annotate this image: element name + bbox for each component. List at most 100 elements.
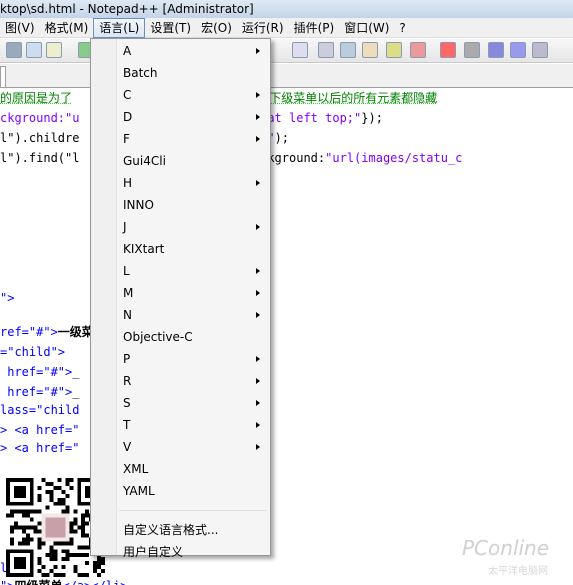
menu-item-lang-n[interactable]: N <box>91 304 270 326</box>
code-token: href="#"> <box>0 365 73 379</box>
menu-item-lang-c[interactable]: C <box>91 84 270 106</box>
menu-item-lang-kixtart[interactable]: KIXtart <box>91 238 270 260</box>
code-line: href="#">_ <box>0 363 79 381</box>
code-token: 一级菜 <box>57 325 94 339</box>
menu-item-define-language[interactable]: 自定义语言格式... <box>91 519 270 541</box>
code-token: ="child"> <box>0 345 66 359</box>
submenu-arrow-icon <box>256 422 260 428</box>
menu-item-lang-gui4cli[interactable]: Gui4Cli <box>91 150 270 172</box>
submenu-arrow-icon <box>256 48 260 54</box>
menu-item-label: P <box>123 352 131 366</box>
menu-2[interactable]: 格式(M) <box>40 18 94 38</box>
menu-8[interactable]: 窗口(W) <box>339 18 394 38</box>
menu-item-lang-v[interactable]: V <box>91 436 270 458</box>
submenu-arrow-icon <box>256 356 260 362</box>
menu-item-label: R <box>123 374 132 388</box>
code-line: ref="#">一级菜 <box>0 323 94 341</box>
code-token: _ <box>72 365 80 379</box>
copy-icon[interactable] <box>26 42 42 58</box>
submenu-arrow-icon <box>256 224 260 230</box>
cut-icon[interactable] <box>6 42 22 58</box>
submenu-arrow-icon <box>256 444 260 450</box>
menu-item-label: KIXtart <box>123 242 165 256</box>
menu-item-label: N <box>123 308 132 322</box>
code-line: "> <box>0 289 14 307</box>
doc-map-icon[interactable] <box>386 42 402 58</box>
menu-item-label: F <box>123 132 130 146</box>
menu-item-user-defined[interactable]: 用户自定义 <box>91 541 270 563</box>
menu-item-lang-f[interactable]: F <box>91 128 270 150</box>
menu-item-lang-objective-c[interactable]: Objective-C <box>91 326 270 348</box>
code-token: ckground:"u <box>0 111 80 125</box>
code-token: ref="#"> <box>0 325 58 339</box>
function-list-icon[interactable] <box>410 42 426 58</box>
menu-item-label: YAML <box>123 484 155 498</box>
menu-item-lang-xml[interactable]: XML <box>91 458 270 480</box>
stop-record-icon[interactable] <box>464 42 480 58</box>
watermark-logo: PConline <box>462 536 550 560</box>
folder-icon[interactable] <box>362 42 378 58</box>
menu-6[interactable]: 运行(R) <box>237 18 289 38</box>
menu-3[interactable]: 语言(L) <box>93 17 146 38</box>
code-token: "url(images/statu_c <box>325 151 463 165</box>
paste-icon[interactable] <box>46 42 62 58</box>
play-multiple-icon[interactable] <box>510 42 526 58</box>
menu-9[interactable]: ? <box>394 18 410 38</box>
code-token: </a></li> <box>62 579 127 585</box>
menu-item-label: A <box>123 44 132 58</box>
menu-item-label: XML <box>123 462 149 476</box>
menu-item-label: Objective-C <box>123 330 193 344</box>
save-macro-icon[interactable] <box>532 42 548 58</box>
code-line: > <a href=" <box>0 421 79 439</box>
play-macro-icon[interactable] <box>488 42 504 58</box>
code-token: "> <box>0 579 14 585</box>
menu-item-lang-p[interactable]: P <box>91 348 270 370</box>
menu-item-lang-s[interactable]: S <box>91 392 270 414</box>
menu-1[interactable]: 图(V) <box>0 18 40 38</box>
menu-item-lang-a[interactable]: A <box>91 40 270 62</box>
indent-guide-icon[interactable] <box>340 42 356 58</box>
menu-item-lang-r[interactable]: R <box>91 370 270 392</box>
menu-item-label: V <box>123 440 132 454</box>
document-tab[interactable] <box>0 66 6 88</box>
menu-item-lang-d[interactable]: D <box>91 106 270 128</box>
menu-item-lang-inno[interactable]: INNO <box>91 194 270 216</box>
code-token: href="#"> <box>0 385 73 399</box>
code-token: l").childre <box>0 131 80 145</box>
tab-strip <box>0 64 573 88</box>
menu-item-lang-l[interactable]: L <box>91 260 270 282</box>
code-line: ">四级菜单</a></li> <box>0 577 128 585</box>
submenu-arrow-icon <box>256 290 260 296</box>
menu-item-label: M <box>123 286 134 300</box>
code-token: ); <box>274 131 290 145</box>
submenu-arrow-icon <box>256 114 260 120</box>
menu-item-lang-yaml[interactable]: YAML <box>91 480 270 502</box>
code-token: _ <box>72 385 80 399</box>
record-macro-icon[interactable] <box>440 42 456 58</box>
menu-item-lang-t[interactable]: T <box>91 414 270 436</box>
menu-7[interactable]: 插件(P) <box>289 18 340 38</box>
code-line: href="#">_ <box>0 383 79 401</box>
wrap-icon[interactable] <box>292 42 308 58</box>
submenu-arrow-icon <box>256 180 260 186</box>
submenu-arrow-icon <box>256 378 260 384</box>
submenu-arrow-icon <box>256 312 260 318</box>
menu-5[interactable]: 宏(O) <box>196 18 237 38</box>
code-token: "> <box>0 291 15 305</box>
code-token: lass="child <box>0 403 80 417</box>
toolbar <box>0 39 573 63</box>
submenu-arrow-icon <box>256 92 260 98</box>
pilcrow-icon[interactable] <box>318 42 334 58</box>
code-token: 四级菜单 <box>14 579 62 585</box>
code-token: > <a href=" <box>0 441 80 455</box>
menu-4[interactable]: 设置(T) <box>145 18 196 38</box>
code-line: lass="child <box>0 401 79 419</box>
menu-item-lang-j[interactable]: J <box>91 216 270 238</box>
window-title: ktop\sd.html - Notepad++ [Administrator] <box>0 2 254 16</box>
menu-bar: 图(V) 格式(M) 语言(L) 设置(T) 宏(O) 运行(R) 插件(P) 窗口(W)? <box>0 17 573 38</box>
menu-item-lang-h[interactable]: H <box>91 172 270 194</box>
menu-item-lang-batch[interactable]: Batch <box>91 62 270 84</box>
menu-item-label: D <box>123 110 133 124</box>
menu-item-label: Gui4Cli <box>123 154 166 168</box>
menu-item-lang-m[interactable]: M <box>91 282 270 304</box>
